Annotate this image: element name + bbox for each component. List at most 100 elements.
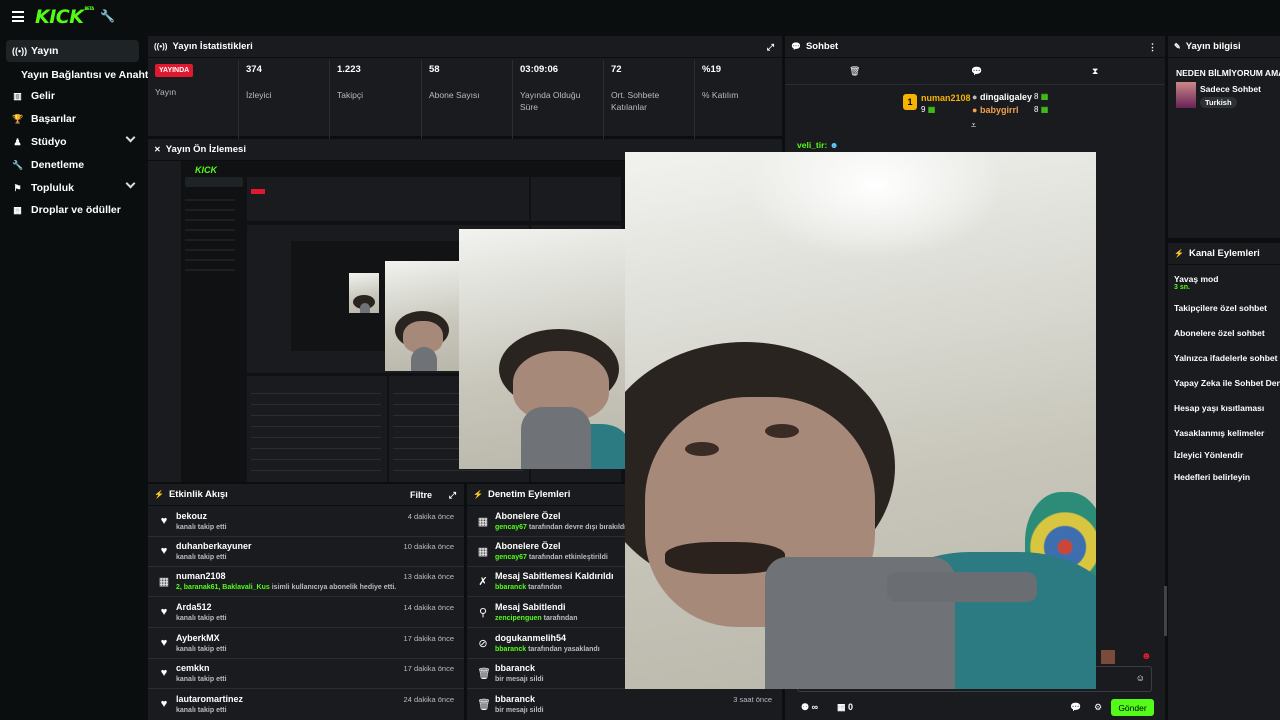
menu-icon[interactable] [12,11,24,22]
stat-value: 03:09:06 [520,64,559,75]
sidebar-item-basarilar[interactable]: 🏆 Başarılar [6,108,139,130]
hourglass-icon[interactable]: ⧗ [1092,66,1098,77]
activity-desc: kanalı takip etti [176,646,227,653]
footer-count: 0 [848,702,854,712]
info-header: ✎ Yayın bilgisi [1168,36,1280,58]
moderation-desc-text: tarafından [541,615,578,622]
stat-label: Ort. Sohbete Katılanlar [611,90,660,112]
moderator-name[interactable]: gencay67 [495,554,527,561]
activity-panel: ⚡ Etkinlik Akışı Filtre ⤢ ♥ bekouz kanalı … [148,484,464,720]
action-raid[interactable]: İzleyici Yönlendir [1174,450,1243,460]
moderation-desc: gencay67 tarafından etkinleştirildi [495,554,608,561]
heart-icon: ♥ [160,515,168,527]
action-ai-moderation[interactable]: Yapay Zeka ile Sohbet Denetimi [1174,378,1280,388]
gifter-name[interactable]: dingaligaley [980,92,1032,102]
rank-badge: 1 [903,94,917,110]
gift-icon: ▦ [927,105,936,114]
activity-row: ♥ Arda512 kanalı takip etti 14 dakika önce [148,597,464,628]
emote-button[interactable]: ☻ [1141,651,1152,662]
chevron-down-icon[interactable] [125,178,136,189]
panel-title: Yayın Ön İzlemesi [165,144,246,155]
popout-icon[interactable]: ⤢ [767,42,774,53]
more-icon[interactable]: ⋮ [1148,42,1157,53]
moderator-name[interactable]: zencipenguen [495,615,542,622]
action-account-age[interactable]: Hesap yaşı kısıtlaması [1174,403,1264,413]
action-banned-words[interactable]: Yasaklanmış kelimeler [1174,428,1264,438]
gift-icon: ▦ [1040,105,1049,114]
activity-desc-text: isimli kullanıcıya abonelik hediye etti. [269,584,397,591]
activity-row: ▦ numan2108 2, baranak61, Baklavali_Kus is… [148,566,464,597]
chevron-down-icon[interactable] [125,132,136,143]
expand-icon: ✕ [154,145,161,154]
action-emote-only[interactable]: Yalnızca ifadelerle sohbet [1174,353,1277,363]
trash-icon[interactable]: 🗑 [849,66,860,77]
activity-user[interactable]: Arda512 [176,602,212,612]
sidebar-item-studyo[interactable]: ♟ Stüdyo [6,131,139,153]
emoji-icon[interactable]: ☺ [1136,673,1145,683]
sidebar-item-gelir[interactable]: ▥ Gelir [6,85,139,107]
sidebar-item-droplar[interactable]: ▦ Droplar ve ödüller [6,199,139,221]
stats-header: ((•)) Yayın İstatistikleri ⤢ [148,36,782,58]
emote-preview[interactable] [1101,650,1115,664]
sidebar-item-yayin[interactable]: ((•)) Yayın [6,40,139,62]
moderator-name[interactable]: bbaranck [495,584,526,591]
moderator-name[interactable]: bbaranck [495,646,526,653]
studio-icon: ♟ [13,136,22,147]
action-goals[interactable]: Hedefleri belirleyin [1174,472,1250,482]
gifter-name[interactable]: babygirrl [980,105,1019,115]
action-subscribers-only[interactable]: Abonelere özel sohbet [1174,328,1265,338]
chat-username[interactable]: veli_tir [797,140,824,150]
activity-user[interactable]: bekouz [176,511,207,521]
moderation-action: Mesaj Sabitlendi [495,602,566,612]
popout-icon[interactable]: ⤢ [449,490,456,501]
expand-chevron-icon[interactable]: ⩡ [971,120,976,131]
moderation-action[interactable]: bbaranck [495,663,535,673]
stat-value: %19 [702,64,722,75]
kick-logo[interactable]: KICKBETA [35,6,94,28]
stat-uptime: 03:09:06 Yayında Olduğu Süre [520,64,596,142]
chat-bubble-icon[interactable]: 💬 [971,66,982,77]
activity-header: ⚡ Etkinlik Akışı Filtre ⤢ [148,484,464,506]
gear-icon[interactable]: ⚙ [1094,702,1102,713]
heart-icon: ♥ [160,637,168,649]
webcam-overlay[interactable] [625,152,1096,689]
top-gifter-name[interactable]: numan2108 [921,93,971,103]
wrench-icon[interactable]: 🔧 [100,9,115,23]
medal-icon: ● [972,92,978,102]
action-followers-only[interactable]: Takipçilere özel sohbet [1174,303,1267,313]
activity-user[interactable]: AyberkMX [176,633,220,643]
stat-followers: 1.223 Takipçi [337,64,363,142]
category-name[interactable]: Sadece Sohbet [1200,84,1261,94]
sidebar-item-label: Başarılar [31,113,76,125]
moderation-action[interactable]: dogukanmelih54 [495,633,566,643]
sidebar-item-topluluk[interactable]: ⚑ Topluluk [6,177,139,199]
send-button[interactable]: Gönder [1111,699,1154,716]
action-slow-mode[interactable]: Yavaş mod [1174,274,1218,284]
activity-time: 14 dakika önce [403,603,454,612]
filter-button[interactable]: Filtre [410,490,432,500]
activity-user[interactable]: numan2108 [176,571,226,581]
ban-icon: ⊘ [478,638,488,650]
bolt-icon: ⚡ [154,490,164,499]
panel-title: Yayın bilgisi [1185,41,1241,52]
moderator-name[interactable]: gencay67 [495,524,527,531]
tag-badge[interactable]: Turkish [1200,97,1237,108]
gifter-row: ● dingaligaley [972,92,1032,102]
chat-bubble-icon[interactable]: 💬 [1070,702,1081,713]
chart-icon: ▥ [13,90,22,101]
moderation-action[interactable]: bbaranck [495,694,535,704]
activity-user[interactable]: cemkkn [176,663,210,673]
stat-value: 374 [246,64,262,75]
activity-user[interactable]: duhanberkayuner [176,541,252,551]
sidebar-item-denetleme[interactable]: 🔧 Denetleme [6,154,139,176]
community-icon: ⚑ [13,182,22,193]
gift-icon: ▦ [1040,92,1049,101]
live-badge: YAYINDA [155,64,194,77]
sidebar-item-label: Denetleme [31,159,85,171]
trash-icon: 🗑 [477,699,491,711]
gift-count: 8 [1034,92,1039,101]
activity-user[interactable]: lautaromartinez [176,694,243,704]
gift-icon: ▦ [477,546,489,558]
top-bar: KICKBETA 🔧 [0,0,1280,34]
sidebar-item-stream-key[interactable]: Yayın Bağlantısı ve Anahtarı [21,69,161,81]
